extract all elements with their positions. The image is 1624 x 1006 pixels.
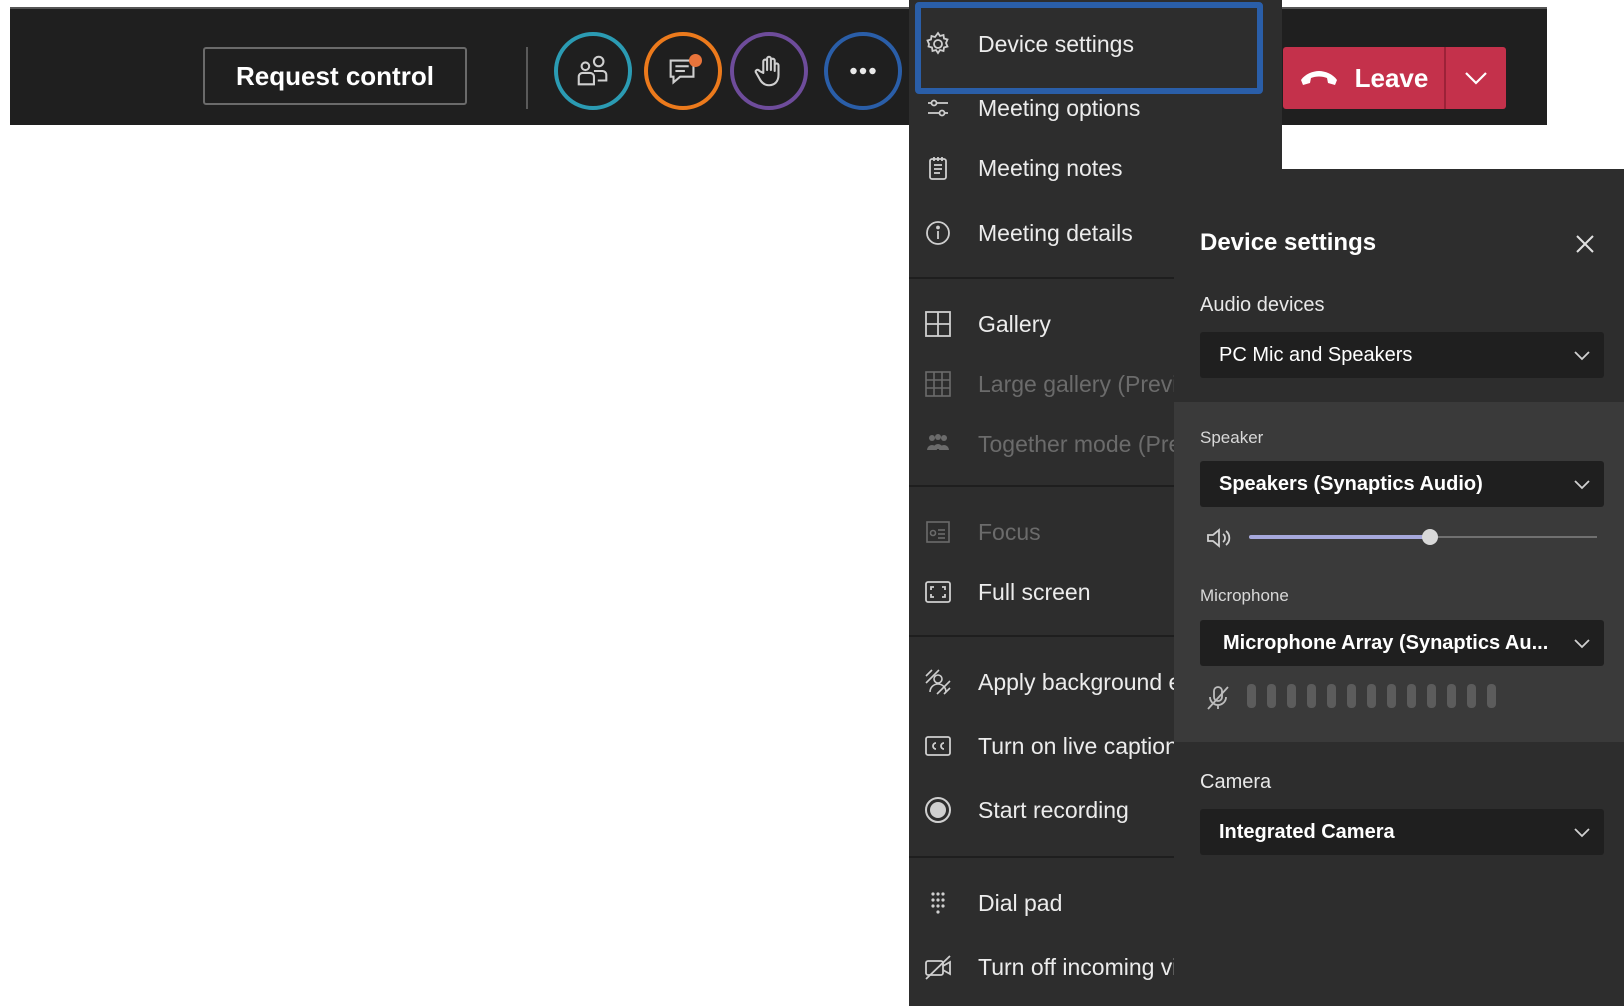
more-actions-button[interactable] bbox=[824, 32, 902, 110]
mic-level-bar bbox=[1287, 684, 1296, 708]
toolbar-divider bbox=[526, 47, 528, 109]
focus-icon bbox=[926, 521, 950, 543]
camera-dropdown[interactable]: Integrated Camera bbox=[1200, 809, 1604, 855]
participants-icon bbox=[577, 55, 608, 86]
meeting-toolbar: Request control Leave bbox=[10, 7, 1547, 125]
audio-devices-value: PC Mic and Speakers bbox=[1219, 343, 1413, 366]
camera-value: Integrated Camera bbox=[1219, 820, 1395, 843]
microphone-muted-icon bbox=[1207, 686, 1229, 710]
background-effects-icon bbox=[925, 669, 951, 695]
mic-level-bar bbox=[1447, 684, 1456, 708]
microphone-level-meter bbox=[1247, 684, 1496, 708]
menu-item-label: Meeting details bbox=[978, 219, 1133, 246]
leave-options-button[interactable] bbox=[1446, 47, 1506, 109]
menu-item-label: Focus bbox=[978, 518, 1041, 545]
mic-level-bar bbox=[1467, 684, 1476, 708]
menu-item-label: Turn on live caption bbox=[978, 732, 1178, 759]
menu-item-label: Full screen bbox=[978, 578, 1091, 605]
chevron-down-icon bbox=[1574, 351, 1590, 361]
menu-item-label: Start recording bbox=[978, 796, 1129, 823]
large-grid-icon bbox=[925, 371, 951, 397]
panel-title: Device settings bbox=[1200, 229, 1377, 256]
menu-item-label: Dial pad bbox=[978, 889, 1063, 916]
captions-icon bbox=[925, 736, 951, 756]
menu-item-label: Meeting options bbox=[978, 94, 1141, 121]
mic-level-bar bbox=[1427, 684, 1436, 708]
speaker-label: Speaker bbox=[1200, 428, 1264, 447]
record-icon bbox=[925, 797, 951, 823]
microphone-label: Microphone bbox=[1200, 586, 1289, 605]
menu-item-label: Meeting notes bbox=[978, 154, 1123, 181]
camera-label: Camera bbox=[1200, 771, 1272, 793]
chevron-down-icon bbox=[1574, 480, 1590, 490]
raise-hand-button[interactable] bbox=[730, 32, 808, 110]
chevron-down-icon bbox=[1574, 639, 1590, 649]
menu-item-label: Together mode (Pre bbox=[978, 430, 1182, 457]
chevron-down-icon bbox=[1574, 828, 1590, 838]
mic-level-bar bbox=[1487, 684, 1496, 708]
audio-devices-label: Audio devices bbox=[1200, 294, 1325, 316]
chevron-down-icon bbox=[1465, 72, 1487, 85]
menu-item-label: Gallery bbox=[978, 310, 1051, 337]
raise-hand-icon bbox=[754, 55, 780, 87]
close-icon bbox=[1576, 235, 1594, 253]
leave-button[interactable]: Leave bbox=[1283, 47, 1444, 109]
mic-level-bar bbox=[1327, 684, 1336, 708]
menu-item-device-settings[interactable]: Device settings bbox=[909, 15, 1282, 73]
dialpad-icon bbox=[931, 892, 945, 914]
notes-icon bbox=[929, 157, 947, 180]
video-off-icon bbox=[925, 955, 951, 980]
grid-icon bbox=[925, 311, 951, 337]
people-icon bbox=[927, 434, 949, 450]
microphone-dropdown[interactable]: Microphone Array (Synaptics Au... bbox=[1200, 620, 1604, 666]
speaker-volume-fill bbox=[1249, 535, 1430, 539]
participants-button[interactable] bbox=[554, 32, 632, 110]
microphone-value: Microphone Array (Synaptics Au... bbox=[1223, 631, 1549, 654]
request-control-button[interactable]: Request control bbox=[203, 47, 467, 105]
speaker-volume-icon bbox=[1207, 528, 1231, 548]
hang-up-icon bbox=[1300, 71, 1337, 85]
speaker-volume-thumb[interactable] bbox=[1421, 529, 1438, 545]
chat-button[interactable] bbox=[644, 32, 722, 110]
mic-level-bar bbox=[1307, 684, 1316, 708]
mic-level-bar bbox=[1347, 684, 1356, 708]
mic-level-bar bbox=[1387, 684, 1396, 708]
leave-button-group: Leave bbox=[1283, 47, 1506, 109]
menu-item-label: Apply background e bbox=[978, 668, 1182, 695]
speaker-dropdown[interactable]: Speakers (Synaptics Audio) bbox=[1200, 461, 1604, 507]
close-panel-button[interactable] bbox=[1570, 229, 1600, 259]
menu-item-label: Large gallery (Previe bbox=[978, 370, 1191, 397]
mic-level-bar bbox=[1267, 684, 1276, 708]
leave-label: Leave bbox=[1354, 62, 1429, 93]
fullscreen-icon bbox=[925, 581, 951, 603]
info-icon bbox=[926, 221, 950, 245]
mic-level-bar bbox=[1367, 684, 1376, 708]
mic-level-bar bbox=[1247, 684, 1256, 708]
mic-level-bar bbox=[1407, 684, 1416, 708]
menu-item-label: Turn off incoming vi bbox=[978, 953, 1178, 980]
speaker-value: Speakers (Synaptics Audio) bbox=[1219, 472, 1483, 495]
chat-notification-badge bbox=[689, 54, 702, 67]
gear-icon bbox=[926, 31, 949, 55]
audio-devices-dropdown[interactable]: PC Mic and Speakers bbox=[1200, 332, 1604, 378]
more-icon bbox=[850, 67, 876, 75]
menu-item-label: Device settings bbox=[978, 30, 1134, 57]
device-settings-panel: Device settings Audio devices PC Mic and… bbox=[1174, 169, 1624, 1006]
sliders-icon bbox=[928, 99, 948, 117]
menu-item-meeting-options[interactable]: Meeting options bbox=[909, 79, 1282, 137]
